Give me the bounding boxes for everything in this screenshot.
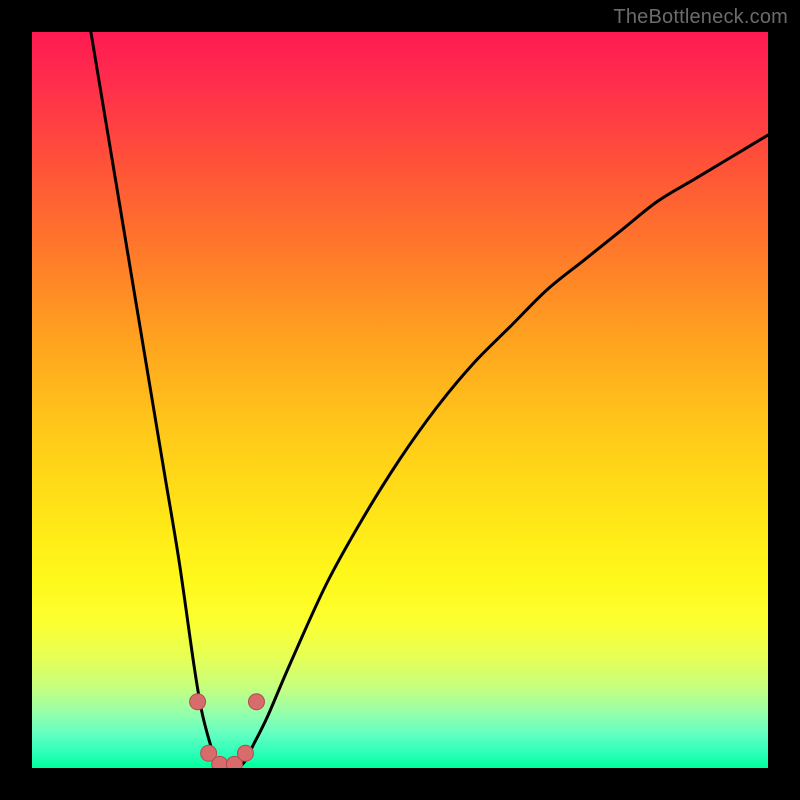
bottleneck-curve: [91, 32, 223, 768]
chart-frame: TheBottleneck.com: [0, 0, 800, 800]
data-point-marker: [212, 756, 228, 768]
bottleneck-curve: [238, 135, 768, 768]
data-point-marker: [248, 694, 264, 710]
curve-layer: [32, 32, 768, 768]
data-point-marker: [237, 745, 253, 761]
watermark-text: TheBottleneck.com: [613, 6, 788, 29]
plot-area: [32, 32, 768, 768]
data-point-marker: [190, 694, 206, 710]
